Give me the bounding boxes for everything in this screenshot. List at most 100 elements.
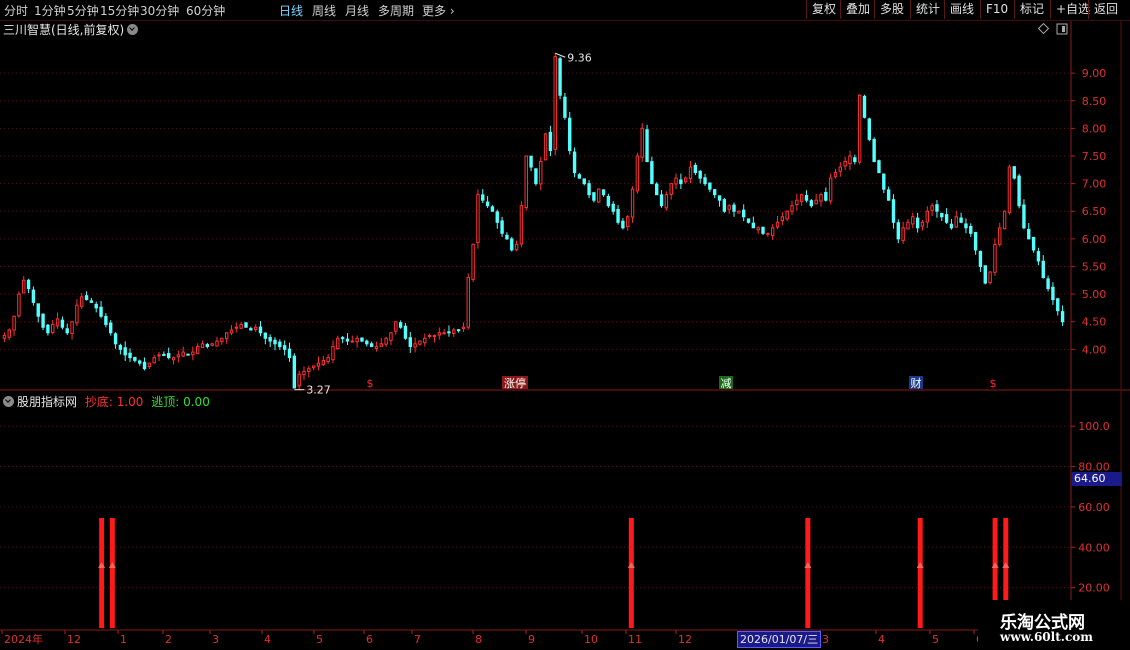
candle-body-209 <box>1012 166 1016 179</box>
period-tab-7[interactable]: 周线 <box>312 2 336 19</box>
candle-body-172 <box>833 172 838 178</box>
candle-body-197 <box>954 216 958 228</box>
candle-body-28 <box>138 360 142 364</box>
candle-body-20 <box>99 306 103 317</box>
candle-body-26 <box>128 352 132 359</box>
event-mark-3[interactable]: 财 <box>911 376 922 390</box>
candle-body-186 <box>901 227 905 241</box>
candle-body-163 <box>790 205 794 212</box>
price-tick-label-7: 5.50 <box>1082 260 1107 273</box>
candle-body-103 <box>500 220 504 234</box>
candle-body-60 <box>292 355 297 389</box>
candle-body-212 <box>1027 228 1031 240</box>
price-panel-title[interactable]: 三川智慧(日线,前复权) <box>3 21 139 38</box>
chevron-down-icon[interactable] <box>3 396 14 407</box>
toolbar-button-5[interactable]: F10 <box>980 0 1013 19</box>
chart-canvas[interactable]: 9.00 8.50 8.00 7.50 7.00 6.50 6.00 5.50 5.00 4.50… <box>0 0 1130 650</box>
toolbar-button-6[interactable]: 标记 <box>1014 0 1049 19</box>
candle-body-119 <box>577 174 582 179</box>
candle-body-19 <box>94 303 98 309</box>
period-tab-6[interactable]: 日线 <box>279 2 303 19</box>
candle-body-57 <box>278 341 282 348</box>
candle-body-51 <box>249 328 253 331</box>
candle-body-5 <box>26 279 31 290</box>
candle-body-117 <box>568 117 572 151</box>
candle-body-33 <box>162 353 166 356</box>
candle-body-54 <box>263 332 268 339</box>
panel-toggle-icon-inner <box>1062 26 1065 32</box>
candle-body-213 <box>1031 236 1036 251</box>
candle-body-86 <box>418 340 422 345</box>
candle-body-59 <box>287 348 292 359</box>
period-tab-10[interactable]: 更多 › <box>422 2 455 19</box>
candle-body-191 <box>925 210 929 223</box>
price-tick-label-3: 7.50 <box>1082 150 1107 163</box>
stock-name: 三川智慧(日线,前复权) <box>3 23 125 37</box>
period-tab-4[interactable]: 30分钟 <box>140 2 179 19</box>
candle-body-110 <box>534 168 538 185</box>
candle-body-206 <box>998 227 1002 245</box>
candle-body-13 <box>65 328 69 334</box>
price-tick-label-4: 7.00 <box>1082 178 1107 191</box>
candle-body-64 <box>311 365 316 369</box>
xaxis-label-6: 5 <box>316 633 323 646</box>
candle-body-77 <box>374 346 379 350</box>
candle-body-218 <box>1056 298 1060 312</box>
candle-body-200 <box>969 225 973 234</box>
toolbar-button-1[interactable]: 叠加 <box>840 0 875 19</box>
toolbar-button-3[interactable]: 统计 <box>910 0 945 19</box>
event-mark-2[interactable]: 减 <box>721 377 732 390</box>
indicator-panel-title[interactable]: 股朋指标网 抄底: 1.00 逃顶: 0.00 <box>3 393 210 410</box>
toolbar-button-4[interactable]: 画线 <box>944 0 979 19</box>
candle-body-179 <box>867 118 872 140</box>
ind-tick-label-0: 100.0 <box>1078 420 1110 433</box>
candle-body-158 <box>766 232 770 235</box>
candle-body-133 <box>645 129 649 163</box>
toolbar-button-2[interactable]: 多股 <box>874 0 909 19</box>
event-mark-0[interactable]: $ <box>367 377 374 390</box>
candle-body-14 <box>70 321 74 334</box>
candle-body-204 <box>988 271 992 284</box>
selected-date-box: 2026/01/07/三 <box>737 631 822 648</box>
period-tab-9[interactable]: 多周期 <box>378 2 414 19</box>
candle-body-128 <box>621 220 625 229</box>
candle-body-4 <box>22 279 26 294</box>
candle-body-178 <box>862 95 867 118</box>
candle-body-194 <box>940 212 944 218</box>
event-mark-1[interactable]: 涨停 <box>504 376 526 390</box>
candle-body-138 <box>669 183 673 195</box>
period-tab-5[interactable]: 60分钟 <box>186 2 225 19</box>
event-mark-4[interactable]: $ <box>990 377 997 390</box>
candle-body-169 <box>819 194 823 202</box>
period-tab-0[interactable]: 分时 <box>4 2 28 19</box>
candle-body-94 <box>456 329 461 332</box>
current-value-badge: 64.60 <box>1072 472 1122 486</box>
candle-body-164 <box>795 199 799 206</box>
candle-body-66 <box>321 359 326 366</box>
candle-body-122 <box>592 192 596 201</box>
candle-body-189 <box>915 217 920 229</box>
price-tick-label-5: 6.50 <box>1082 205 1107 218</box>
price-tick-label-8: 5.00 <box>1082 288 1107 301</box>
candle-body-79 <box>384 337 388 345</box>
period-tab-2[interactable]: 5分钟 <box>67 2 99 19</box>
candle-body-99 <box>481 194 485 201</box>
chevron-down-icon[interactable] <box>127 24 139 35</box>
period-tab-1[interactable]: 1分钟 <box>34 2 66 19</box>
toolbar-button-8[interactable]: 返回 <box>1088 0 1123 19</box>
period-tab-8[interactable]: 月线 <box>345 2 369 19</box>
candle-body-105 <box>510 238 514 251</box>
candle-body-134 <box>650 161 654 185</box>
xaxis-label-11: 10 <box>584 633 598 646</box>
period-tab-3[interactable]: 15分钟 <box>100 2 139 19</box>
candle-body-9 <box>46 324 50 334</box>
toolbar-button-0[interactable]: 复权 <box>806 0 841 19</box>
diamond-icon[interactable] <box>1037 22 1050 35</box>
signal-bar-1 <box>109 518 115 628</box>
candle-body-150 <box>727 205 731 210</box>
candle-body-38 <box>186 353 190 356</box>
candle-body-6 <box>31 289 36 303</box>
candle-body-144 <box>698 170 702 179</box>
signal-bar-0 <box>99 518 105 628</box>
candle-body-154 <box>746 218 751 223</box>
